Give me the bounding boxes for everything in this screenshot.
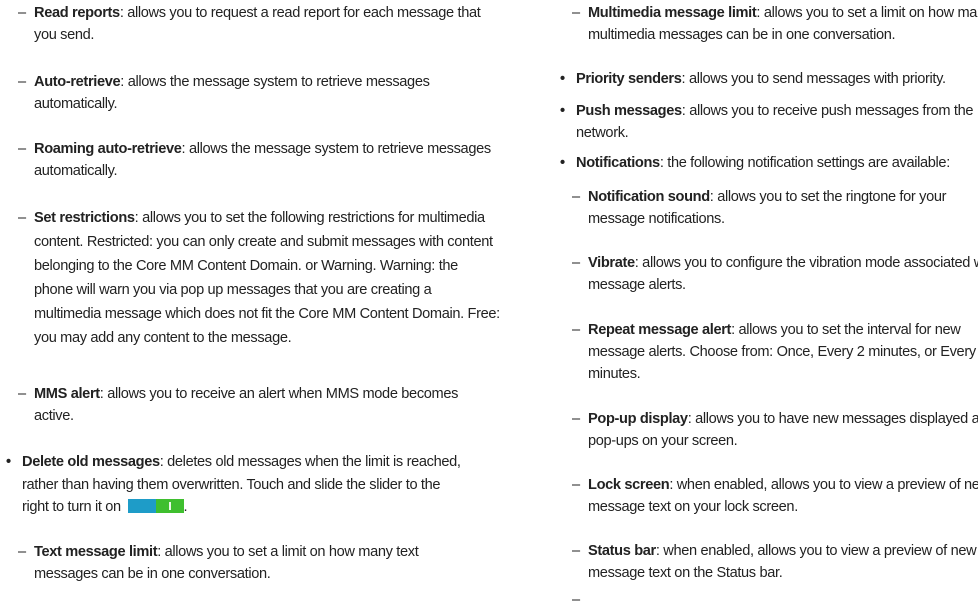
item-term: Lock screen <box>588 477 670 493</box>
list-item-status-bar: – Status bar: when enabled, allows you t… <box>554 541 978 584</box>
item-term: Notifications <box>576 155 660 171</box>
item-term: Auto-retrieve <box>34 74 121 90</box>
bullet-marker: • <box>6 454 11 470</box>
list-item-roaming-auto-retrieve: – Roaming auto-retrieve: allows the mess… <box>0 139 500 182</box>
list-item-vibrate: – Vibrate: allows you to configure the v… <box>554 253 978 296</box>
dash-marker: – <box>18 386 26 402</box>
item-term: Read reports <box>34 5 120 21</box>
item-term: Priority senders <box>576 71 682 87</box>
list-item-priority-senders: • Priority senders: allows you to send m… <box>554 69 978 91</box>
item-description: : allows you to configure the vibration … <box>588 255 978 293</box>
list-item-notifications: • Notifications: the following notificat… <box>554 153 978 175</box>
dash-marker: – <box>18 141 26 157</box>
dash-marker: – <box>572 322 580 338</box>
bullet-marker: • <box>560 103 565 119</box>
item-term: Vibrate <box>588 255 635 271</box>
item-description-end: . <box>183 499 188 515</box>
dash-marker: – <box>572 543 580 559</box>
item-term: MMS alert <box>34 386 100 402</box>
item-term: Repeat message alert <box>588 322 732 338</box>
toggle-knob <box>155 499 184 513</box>
dash-marker: – <box>18 544 26 560</box>
list-item-lock-screen: – Lock screen: when enabled, allows you … <box>554 475 978 518</box>
dash-marker: – <box>572 592 580 608</box>
item-term: Notification sound <box>588 189 710 205</box>
list-item-notification-sound: – Notification sound: allows you to set … <box>554 187 978 230</box>
dash-marker: – <box>572 411 580 427</box>
item-term: Set restrictions <box>34 210 135 226</box>
item-term: Delete old messages <box>22 454 160 470</box>
list-item-popup-display: – Pop-up display: allows you to have new… <box>554 409 978 452</box>
item-description: : allows you to send messages with prior… <box>681 71 947 87</box>
list-item-multimedia-message-limit: – Multimedia message limit: allows you t… <box>554 3 978 46</box>
list-item-read-reports: – Read reports: allows you to request a … <box>0 3 500 46</box>
item-term: Multimedia message limit <box>588 5 757 21</box>
list-item-auto-retrieve: – Auto-retrieve: allows the message syst… <box>0 72 464 115</box>
dash-marker: – <box>572 5 580 21</box>
list-item-delete-old-messages: • Delete old messages: deletes old messa… <box>0 451 467 519</box>
bullet-marker: • <box>560 71 565 87</box>
list-item-push-messages: • Push messages: allows you to receive p… <box>554 101 978 144</box>
list-item-text-message-limit: – Text message limit: allows you to set … <box>0 542 449 585</box>
item-term: Push messages <box>576 103 682 119</box>
item-term: Pop-up display <box>588 411 688 427</box>
item-term: Status bar <box>588 543 656 559</box>
dash-marker: – <box>572 255 580 271</box>
dash-marker: – <box>572 189 580 205</box>
toggle-switch-on <box>127 499 184 513</box>
list-item-set-restrictions: – Set restrictions: allows you to set th… <box>0 207 500 350</box>
item-description: : allows you to set the following restri… <box>34 210 500 346</box>
item-description: : the following notification settings ar… <box>659 155 950 171</box>
list-item-repeat-message-alert: – Repeat message alert: allows you to se… <box>554 319 978 385</box>
dash-marker: – <box>572 477 580 493</box>
dash-marker: – <box>18 210 26 226</box>
list-item-mms-alert: – MMS alert: allows you to receive an al… <box>0 384 464 427</box>
item-term: Roaming auto-retrieve <box>34 141 182 157</box>
item-term: Text message limit <box>34 544 158 560</box>
dash-marker: – <box>18 74 26 90</box>
dash-marker: – <box>18 5 26 21</box>
bullet-marker: • <box>560 155 565 171</box>
